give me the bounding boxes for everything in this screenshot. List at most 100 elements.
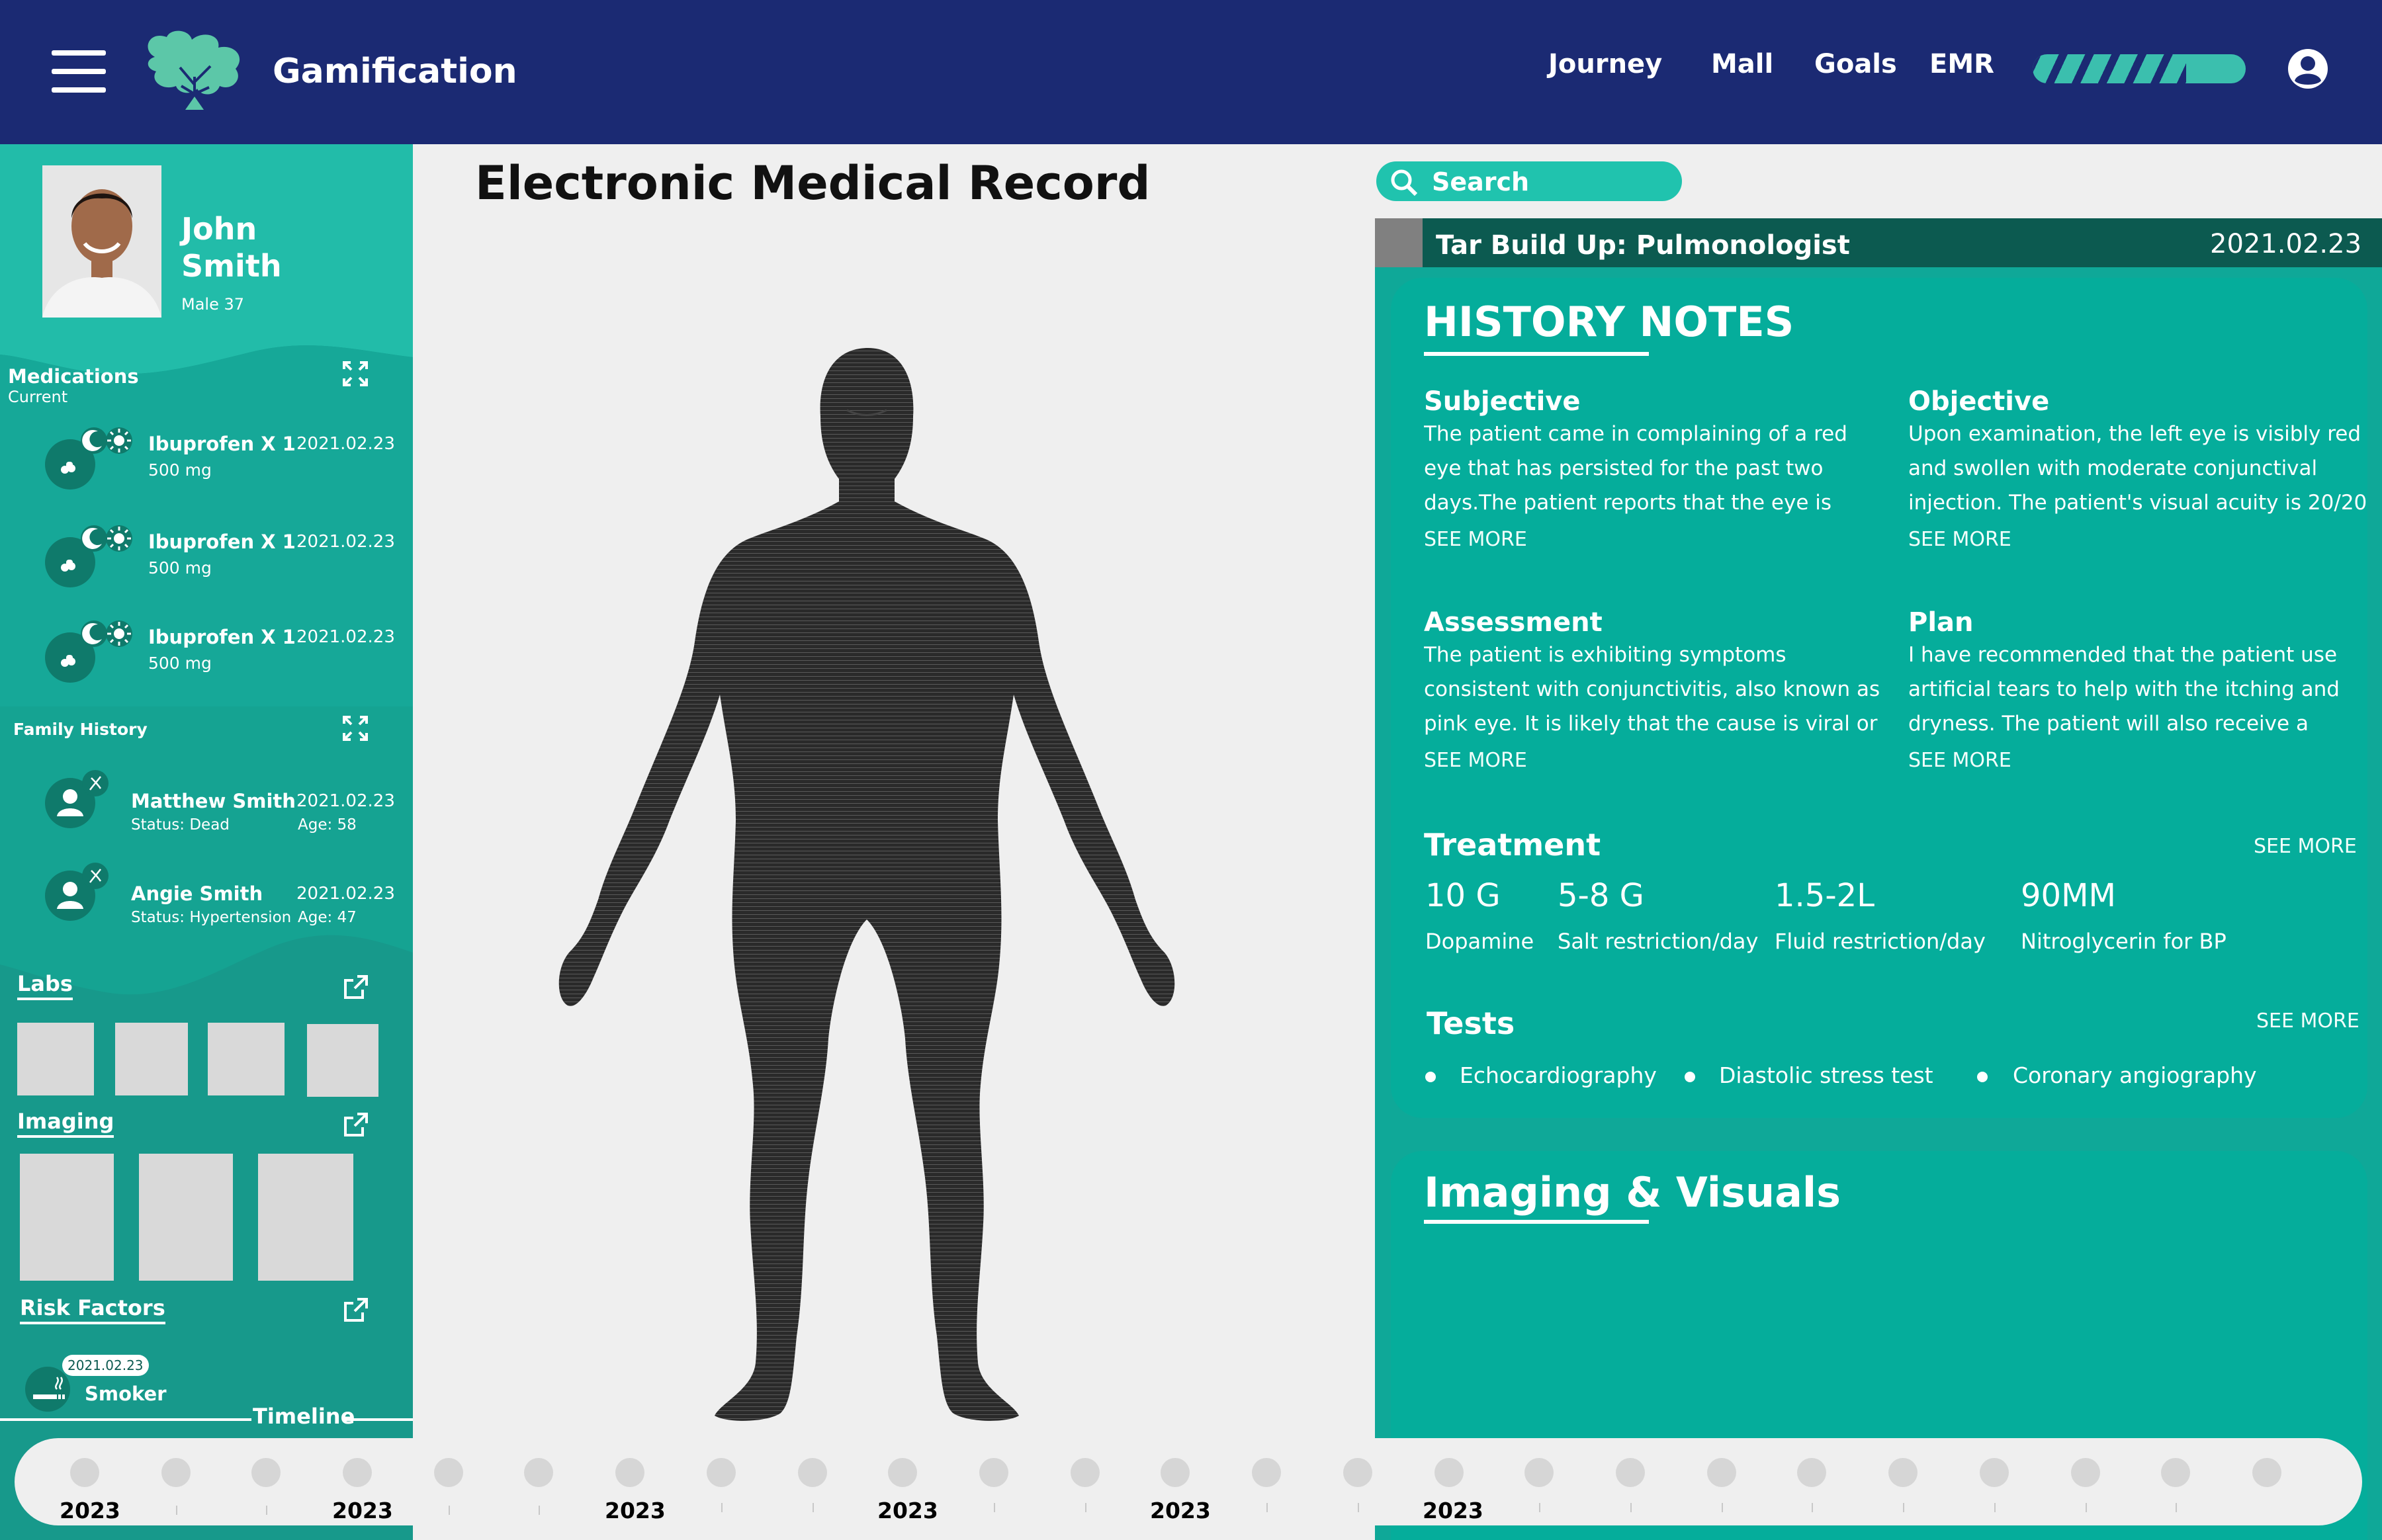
timeline-dot[interactable] — [1434, 1458, 1464, 1487]
timeline-dot[interactable] — [2252, 1458, 2281, 1487]
timeline-dot[interactable] — [1980, 1458, 2009, 1487]
timeline-dot[interactable] — [888, 1458, 917, 1487]
family-member-age: Age: 58 — [298, 816, 357, 834]
timeline-tick — [539, 1506, 540, 1515]
risk-factor-date: 2021.02.23 — [62, 1355, 149, 1376]
timeline-tick — [2176, 1503, 2177, 1512]
history-notes-title: HISTORY NOTES — [1424, 298, 1794, 346]
nav-journey[interactable]: Journey — [1548, 49, 1662, 79]
timeline-dot[interactable] — [1343, 1458, 1372, 1487]
medication-item[interactable]: Ibuprofen X 1 500 mg 2021.02.23 — [0, 605, 413, 684]
record-panel: Tar Build Up: Pulmonologist 2021.02.23 H… — [1375, 218, 2382, 1540]
lab-thumbnail[interactable] — [17, 1023, 94, 1095]
timeline-tick — [449, 1506, 450, 1515]
treatment-label: Nitroglycerin for BP — [2021, 929, 2227, 954]
timeline-dot[interactable] — [1524, 1458, 1554, 1487]
open-risk-factors-icon[interactable] — [343, 1297, 369, 1323]
body-model[interactable] — [490, 344, 1257, 1429]
lab-thumbnail[interactable] — [307, 1024, 378, 1097]
nav-goals[interactable]: Goals — [1814, 49, 1897, 79]
medication-dose: 500 mg — [148, 460, 212, 480]
patient-sidebar: John Smith Male 37 Medications Current I… — [0, 144, 413, 1540]
open-imaging-icon[interactable] — [343, 1111, 369, 1138]
bullet-icon — [1425, 1072, 1436, 1082]
nav-emr[interactable]: EMR — [1929, 49, 1994, 79]
risk-factor-item[interactable]: 2021.02.23 Smoker — [0, 1340, 198, 1420]
subjective-see-more[interactable]: SEE MORE — [1424, 528, 1527, 551]
timeline-dot[interactable] — [2161, 1458, 2190, 1487]
timeline-dot[interactable] — [524, 1458, 553, 1487]
medication-item[interactable]: Ibuprofen X 1 500 mg 2021.02.23 — [0, 509, 413, 589]
imaging-thumbnail[interactable] — [20, 1154, 114, 1281]
risk-factors-title[interactable]: Risk Factors — [20, 1295, 165, 1324]
timeline-tick — [176, 1506, 177, 1515]
bullet-icon — [1977, 1072, 1988, 1082]
family-member-icon — [45, 863, 109, 921]
treatment-label: Fluid restriction/day — [1775, 929, 1986, 954]
timeline-tick — [721, 1503, 723, 1512]
timeline-dot[interactable] — [1888, 1458, 1918, 1487]
patient-first-name: John — [181, 211, 257, 247]
sidebar-backdrop — [0, 144, 413, 995]
patient-avatar[interactable] — [42, 165, 161, 318]
timeline-bar[interactable]: 2023 2023 2023 2023 2023 2023 — [15, 1438, 2362, 1525]
patient-last-name: Smith — [181, 248, 282, 284]
imaging-title[interactable]: Imaging — [17, 1109, 114, 1138]
plan-title: Plan — [1908, 607, 1974, 638]
search-input[interactable]: Search — [1376, 161, 1682, 201]
timeline-tick — [1812, 1503, 1813, 1512]
medication-name: Ibuprofen X 1 — [148, 626, 296, 648]
plan-see-more[interactable]: SEE MORE — [1908, 749, 2011, 772]
timeline-dot[interactable] — [1707, 1458, 1736, 1487]
assessment-title: Assessment — [1424, 607, 1603, 638]
assessment-see-more[interactable]: SEE MORE — [1424, 749, 1527, 772]
open-labs-icon[interactable] — [343, 974, 369, 1000]
imaging-thumbnail[interactable] — [139, 1154, 233, 1281]
tree-logo-icon — [148, 30, 240, 110]
medication-item[interactable]: Ibuprofen X 1 500 mg 2021.02.23 — [0, 411, 413, 491]
timeline-dot[interactable] — [1616, 1458, 1645, 1487]
lab-thumbnail[interactable] — [208, 1023, 285, 1095]
menu-icon[interactable] — [52, 50, 106, 94]
page-title: Electronic Medical Record — [475, 156, 1151, 210]
medication-date: 2021.02.23 — [296, 627, 395, 647]
family-member-name: Angie Smith — [131, 882, 263, 905]
timeline-dot[interactable] — [798, 1458, 827, 1487]
medications-subtitle: Current — [8, 388, 68, 406]
timeline-tick — [1722, 1503, 1723, 1512]
timeline-dot[interactable] — [615, 1458, 644, 1487]
timeline-dot[interactable] — [161, 1458, 191, 1487]
objective-see-more[interactable]: SEE MORE — [1908, 528, 2011, 551]
timeline-dot[interactable] — [343, 1458, 372, 1487]
treatment-see-more[interactable]: SEE MORE — [2254, 835, 2357, 858]
timeline-dot[interactable] — [707, 1458, 736, 1487]
timeline-tick — [1266, 1503, 1268, 1512]
avatar-portrait-icon — [42, 165, 161, 318]
family-member-status: Status: Hypertension — [131, 909, 292, 926]
record-title: Tar Build Up: Pulmonologist — [1436, 230, 1850, 261]
app-title: Gamification — [273, 52, 517, 91]
timeline-dot[interactable] — [251, 1458, 281, 1487]
timeline-dot[interactable] — [979, 1458, 1008, 1487]
timeline-dot[interactable] — [1161, 1458, 1190, 1487]
timeline-dot[interactable] — [2071, 1458, 2100, 1487]
timeline-dot[interactable] — [1252, 1458, 1281, 1487]
timeline-dot[interactable] — [434, 1458, 463, 1487]
lab-thumbnail[interactable] — [115, 1023, 188, 1095]
imaging-thumbnail[interactable] — [258, 1154, 353, 1281]
treatment-value: 5-8 G — [1558, 877, 1644, 914]
family-member-item[interactable]: Angie Smith Status: Hypertension 2021.02… — [0, 855, 413, 934]
timeline-dot[interactable] — [70, 1458, 99, 1487]
labs-title[interactable]: Labs — [17, 971, 73, 1000]
progress-fill — [2033, 54, 2186, 83]
nav-mall[interactable]: Mall — [1711, 49, 1773, 79]
timeline-dot[interactable] — [1071, 1458, 1100, 1487]
user-account-icon[interactable] — [2287, 48, 2329, 90]
expand-medications-icon[interactable] — [341, 360, 369, 388]
tests-title: Tests — [1427, 1005, 1515, 1041]
family-member-item[interactable]: Matthew Smith Status: Dead 2021.02.23 Ag… — [0, 762, 413, 841]
expand-family-history-icon[interactable] — [341, 714, 369, 742]
title-underline — [1424, 352, 1649, 356]
timeline-dot[interactable] — [1797, 1458, 1826, 1487]
tests-see-more[interactable]: SEE MORE — [2256, 1009, 2360, 1033]
